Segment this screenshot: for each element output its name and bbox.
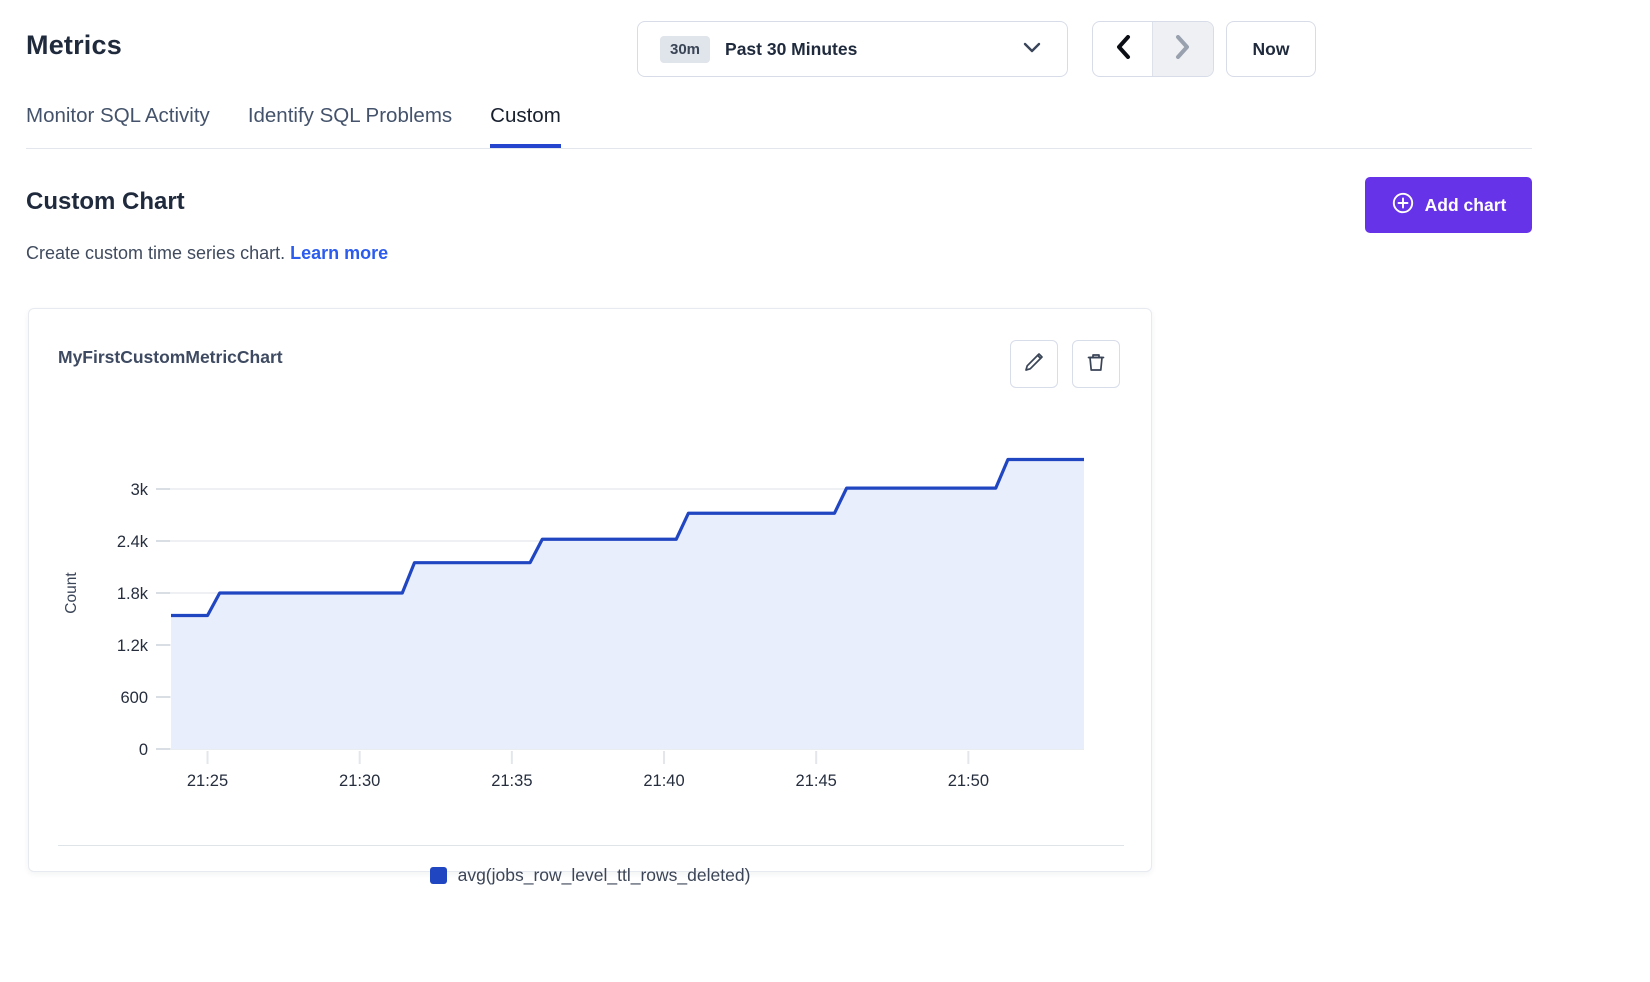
tab-bar: Monitor SQL Activity Identify SQL Proble… <box>26 100 1532 149</box>
circle-plus-icon <box>1391 191 1415 220</box>
svg-text:1.2k: 1.2k <box>117 637 149 655</box>
custom-chart-card: MyFirstCustomMetricChart 0 600 1.2k 1.8k 2.4… <box>28 308 1152 872</box>
trash-icon <box>1085 351 1107 378</box>
tab-monitor-sql-activity[interactable]: Monitor SQL Activity <box>26 100 210 148</box>
series-name: avg(jobs_row_level_ttl_rows_deleted) <box>458 865 751 886</box>
svg-text:3k: 3k <box>131 481 149 499</box>
prev-time-button[interactable] <box>1093 22 1153 76</box>
now-button[interactable]: Now <box>1226 21 1316 77</box>
add-chart-button[interactable]: Add chart <box>1365 177 1532 233</box>
delete-chart-button[interactable] <box>1072 340 1120 388</box>
series-color-swatch <box>430 867 447 884</box>
chart-legend: avg(jobs_row_level_ttl_rows_deleted) <box>29 865 1151 886</box>
page-title: Metrics <box>26 30 122 61</box>
tab-custom[interactable]: Custom <box>490 100 561 148</box>
svg-text:0: 0 <box>139 741 148 759</box>
svg-text:2.4k: 2.4k <box>117 533 149 551</box>
svg-text:1.8k: 1.8k <box>117 585 149 603</box>
time-range-label: Past 30 Minutes <box>725 39 857 60</box>
edit-chart-button[interactable] <box>1010 340 1058 388</box>
section-subtitle: Create custom time series chart. Learn m… <box>26 243 388 264</box>
svg-text:21:50: 21:50 <box>948 772 989 790</box>
card-divider <box>58 845 1124 846</box>
time-range-badge: 30m <box>660 36 710 63</box>
chart-title: MyFirstCustomMetricChart <box>58 347 283 368</box>
svg-text:Count: Count <box>63 572 80 614</box>
time-range-selector[interactable]: 30m Past 30 Minutes <box>637 21 1068 77</box>
section-title: Custom Chart <box>26 188 185 216</box>
pencil-icon <box>1023 351 1045 378</box>
svg-text:21:25: 21:25 <box>187 772 228 790</box>
tab-identify-sql-problems[interactable]: Identify SQL Problems <box>248 100 452 148</box>
chevron-right-icon <box>1175 35 1191 64</box>
chevron-left-icon <box>1115 35 1131 64</box>
add-chart-label: Add chart <box>1425 195 1507 216</box>
svg-text:21:40: 21:40 <box>643 772 684 790</box>
subtitle-text: Create custom time series chart. <box>26 243 285 263</box>
svg-text:21:45: 21:45 <box>796 772 837 790</box>
learn-more-link[interactable]: Learn more <box>290 243 388 263</box>
chevron-down-icon <box>1023 40 1041 58</box>
svg-text:21:35: 21:35 <box>491 772 532 790</box>
next-time-button[interactable] <box>1153 22 1213 76</box>
time-nav-group <box>1092 21 1214 77</box>
svg-text:21:30: 21:30 <box>339 772 380 790</box>
svg-text:600: 600 <box>120 689 148 707</box>
time-series-chart[interactable]: 0 600 1.2k 1.8k 2.4k 3k 21:25 21:30 21:35 21:40 21… <box>58 419 1098 799</box>
